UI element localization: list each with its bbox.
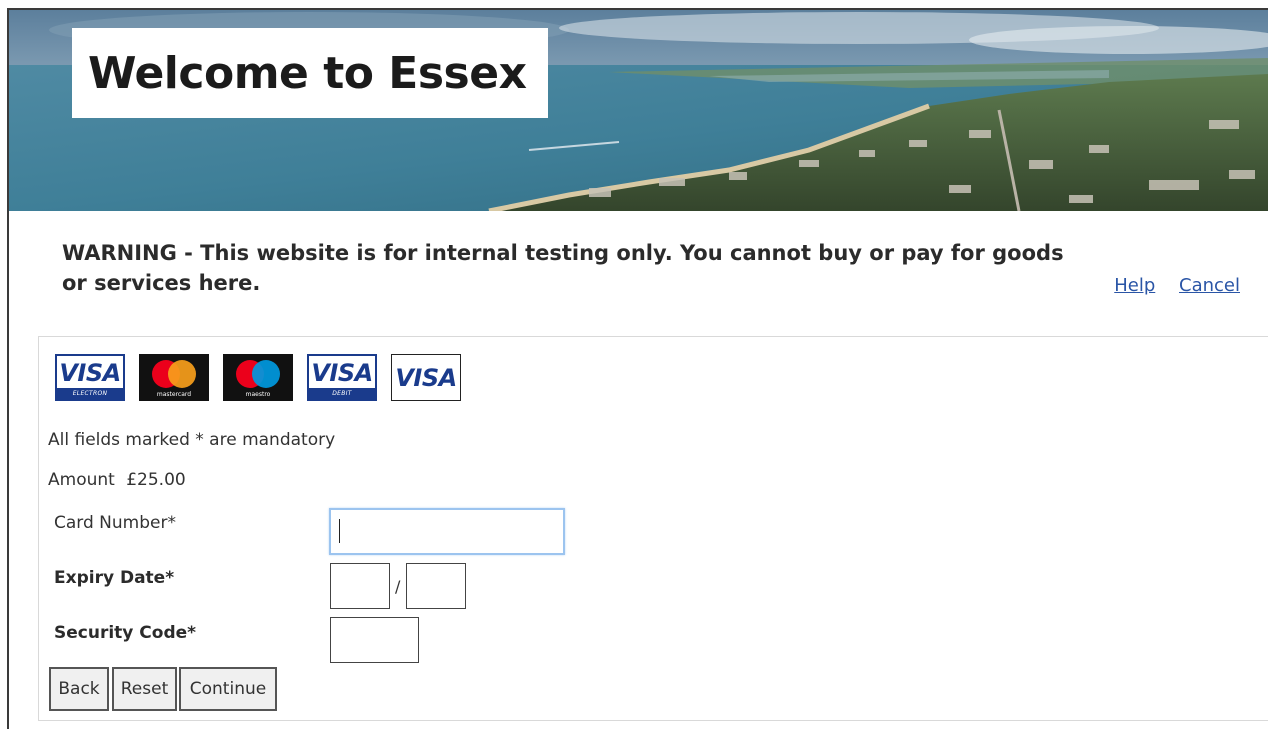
amount-row: Amount £25.00 (48, 470, 186, 490)
security-code-label: Security Code* (54, 623, 197, 643)
testing-warning: WARNING - This website is for internal t… (62, 241, 1064, 295)
expiry-date-label: Expiry Date* (54, 568, 175, 588)
top-links: Help Cancel (1096, 275, 1240, 296)
expiry-separator: / (395, 577, 401, 596)
mastercard-logo: mastercard (139, 354, 209, 401)
visa-electron-logo: VISA ELECTRON (55, 354, 125, 401)
maestro-logo: maestro (223, 354, 293, 401)
card-number-label: Card Number* (54, 513, 176, 533)
page-border-left (7, 8, 9, 729)
reset-button[interactable]: Reset (112, 667, 177, 711)
visa-logo: VISA (391, 354, 461, 401)
payment-panel: VISA ELECTRON mastercard maestro VISA DE… (38, 336, 1268, 721)
mastercard-orange-circle (168, 360, 196, 388)
amount-value: £25.00 (126, 470, 186, 490)
page-title: Welcome to Essex (88, 47, 527, 99)
expiry-month-input[interactable] (330, 563, 390, 609)
accepted-cards: VISA ELECTRON mastercard maestro VISA DE… (55, 354, 475, 401)
expiry-year-input[interactable] (406, 563, 466, 609)
mandatory-note: All fields marked * are mandatory (48, 430, 336, 450)
card-number-input[interactable] (329, 508, 565, 555)
security-code-input[interactable] (330, 617, 419, 663)
continue-button[interactable]: Continue (179, 667, 277, 711)
title-box: Welcome to Essex (72, 28, 548, 118)
help-link[interactable]: Help (1114, 275, 1155, 296)
visa-debit-logo: VISA DEBIT (307, 354, 377, 401)
payment-page: Welcome to Essex WARNING - This website … (0, 0, 1268, 729)
maestro-blue-circle (252, 360, 280, 388)
text-caret (339, 519, 340, 543)
page-border-top (7, 8, 1268, 10)
back-button[interactable]: Back (49, 667, 109, 711)
amount-label: Amount (48, 470, 115, 490)
cancel-link[interactable]: Cancel (1179, 275, 1240, 296)
